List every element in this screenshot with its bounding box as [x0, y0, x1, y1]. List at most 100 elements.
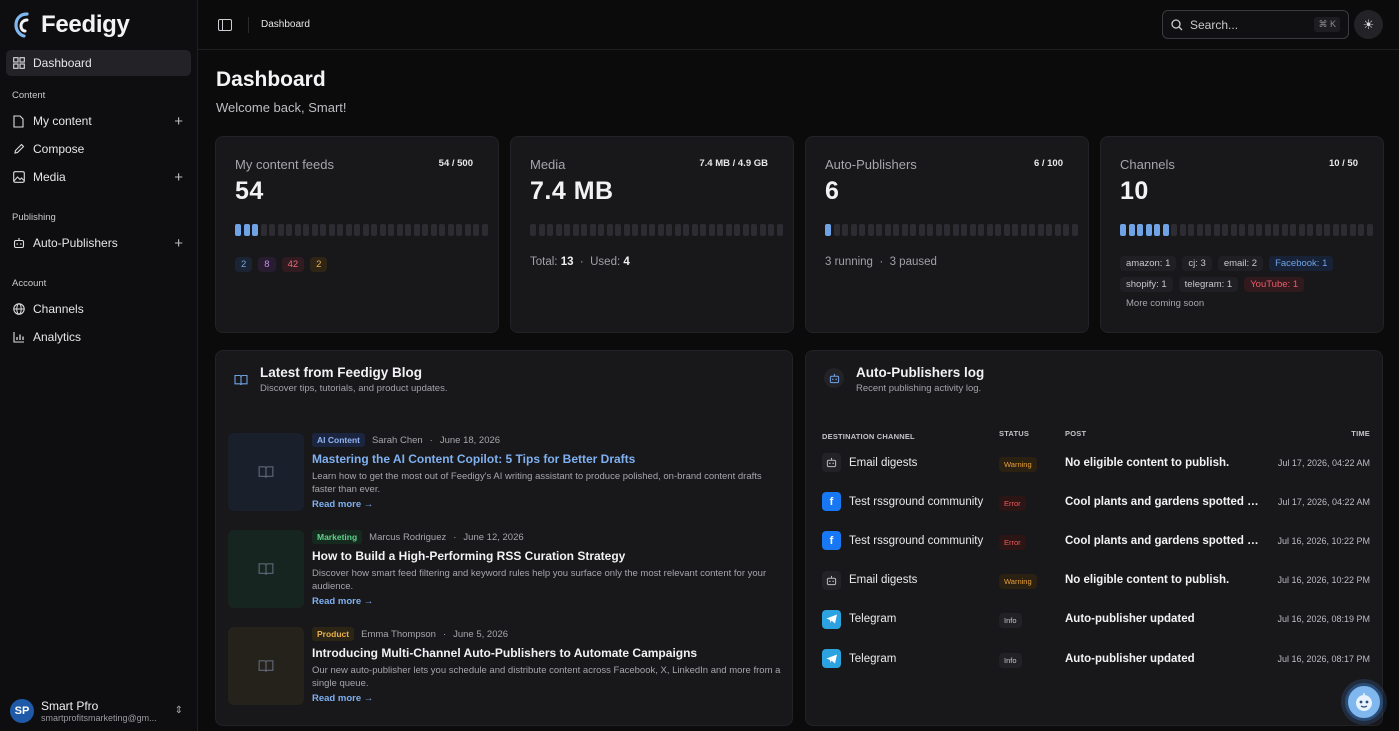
usage-segment: [910, 224, 916, 236]
feedigy-logo-icon: [14, 12, 29, 38]
usage-segment: [294, 224, 301, 236]
media-meta: Total: 13 · Used: 4: [530, 256, 630, 268]
chevron-up-down-icon[interactable]: ⇕: [175, 705, 183, 716]
post-description: Our new auto-publisher lets you schedule…: [312, 665, 781, 689]
stat-card-feeds[interactable]: My content feeds 54 / 500 54 2 8 42 2: [215, 136, 499, 333]
post-title[interactable]: Introducing Multi-Channel Auto-Publisher…: [312, 646, 782, 660]
status-badge: Info: [999, 613, 1022, 629]
usage-segment: [320, 224, 326, 236]
sun-icon: ☀: [1362, 16, 1375, 32]
usage-segment: [884, 224, 891, 236]
usage-segment: [901, 224, 908, 236]
stat-card-auto-publishers[interactable]: Auto-Publishers 6 / 100 6 3 running · 3 …: [805, 136, 1089, 333]
panel-title: Auto-Publishers log: [856, 365, 985, 380]
facebook-icon: f: [822, 531, 841, 551]
stat-card-channels[interactable]: Channels 10 / 50 10 amazon: 1 cj: 3 email:…: [1100, 136, 1384, 333]
section-label-publishing: Publishing: [12, 212, 56, 223]
post-thumbnail[interactable]: [228, 627, 304, 705]
usage-segment: [833, 224, 840, 236]
assistant-chat-button[interactable]: [1345, 683, 1383, 721]
sidebar-toggle-icon[interactable]: [218, 18, 232, 31]
read-more-link[interactable]: Read more →: [312, 693, 782, 704]
channel-name: Test rssground community: [849, 495, 984, 508]
brand[interactable]: Feedigy: [6, 0, 191, 50]
panel-title: Latest from Feedigy Blog: [260, 365, 423, 380]
sidebar-item-my-content[interactable]: My content +: [6, 108, 191, 134]
channel-count-tag: telegram: 1: [1178, 277, 1239, 292]
add-publisher-icon[interactable]: +: [174, 235, 183, 252]
usage-segment: [944, 224, 950, 236]
breadcrumb[interactable]: Dashboard: [261, 19, 310, 30]
post-description: Discover how smart feed filtering and ke…: [312, 568, 767, 592]
channel-name: Telegram: [849, 613, 897, 626]
search-icon: [1171, 18, 1183, 30]
stat-card-media[interactable]: Media 7.4 MB / 4.9 GB 7.4 MB Total: 13 ·…: [510, 136, 794, 333]
table-row[interactable]: Email digests Warning No eligible conten…: [822, 443, 1370, 482]
usage-segment: [328, 224, 335, 236]
post-author: Marcus Rodriguez: [369, 531, 447, 543]
table-row[interactable]: Telegram Info Auto-publisher updated Jul…: [822, 639, 1370, 678]
table-row[interactable]: Email digests Warning No eligible conten…: [822, 561, 1370, 600]
user-name: Smart Pfro: [41, 699, 99, 713]
usage-segment: [986, 224, 993, 236]
usage-segment: [1358, 224, 1364, 236]
usage-segment: [859, 224, 865, 236]
usage-segment: [555, 224, 562, 236]
read-more-link[interactable]: Read more →: [312, 499, 782, 510]
blog-post[interactable]: Marketing Marcus Rodriguez · June 12, 20…: [228, 530, 788, 610]
robot-icon: [822, 453, 841, 473]
page-title: Dashboard: [216, 68, 326, 91]
usage-segment: [371, 224, 377, 236]
table-row[interactable]: f Test rssground community Error Cool pla…: [822, 521, 1370, 560]
sidebar: Feedigy Dashboard Content My content + C…: [0, 0, 198, 731]
search-placeholder: Search...: [1190, 17, 1239, 32]
theme-toggle-button[interactable]: ☀: [1354, 10, 1383, 39]
log-rows: Email digests Warning No eligible conten…: [822, 443, 1370, 678]
post-title[interactable]: How to Build a High-Performing RSS Curat…: [312, 549, 782, 563]
usage-segment: [1222, 224, 1228, 236]
user-menu[interactable]: SP Smart Pfro smartprofitsmarketing@gm..…: [10, 699, 187, 723]
usage-segment: [1154, 224, 1160, 236]
post-cell: Cool plants and gardens spotted in a ...: [1065, 495, 1260, 508]
table-row[interactable]: Telegram Info Auto-publisher updated Jul…: [822, 600, 1370, 639]
page-subtitle: Welcome back, Smart!: [216, 100, 347, 115]
usage-segment: [1171, 224, 1177, 236]
search-input[interactable]: Search... ⌘ K: [1162, 10, 1349, 39]
blog-post[interactable]: AI Content Sarah Chen · June 18, 2026 Ma…: [228, 433, 788, 513]
book-icon: [234, 374, 248, 386]
post-thumbnail[interactable]: [228, 530, 304, 608]
column-header: DESTINATION CHANNEL: [822, 431, 915, 441]
sidebar-item-media[interactable]: Media +: [6, 164, 191, 190]
usage-segment: [589, 224, 596, 236]
usage-segment: [1012, 224, 1018, 236]
section-label-content: Content: [12, 90, 46, 101]
usage-segment: [918, 224, 925, 236]
sidebar-item-dashboard[interactable]: Dashboard: [6, 50, 191, 76]
usage-segment: [530, 224, 536, 236]
sidebar-item-auto-publishers[interactable]: Auto-Publishers +: [6, 230, 191, 256]
section-label-account: Account: [12, 278, 47, 289]
usage-segment: [1213, 224, 1220, 236]
usage-segment: [850, 224, 857, 236]
stat-ratio: 54 / 500: [438, 158, 473, 169]
usage-segment: [481, 224, 488, 236]
book-icon: [258, 660, 274, 672]
sidebar-item-analytics[interactable]: Analytics: [6, 324, 191, 350]
post-body: Product Emma Thompson · June 5, 2026 Int…: [312, 627, 782, 704]
usage-segment: [623, 224, 630, 236]
sidebar-item-compose[interactable]: Compose: [6, 136, 191, 162]
read-more-link[interactable]: Read more →: [312, 596, 782, 607]
blog-post[interactable]: Product Emma Thompson · June 5, 2026 Int…: [228, 627, 788, 707]
usage-segment: [657, 224, 664, 236]
add-media-icon[interactable]: +: [174, 169, 183, 186]
table-row[interactable]: f Test rssground community Error Cool pla…: [822, 482, 1370, 521]
post-title[interactable]: Mastering the AI Content Copilot: 5 Tips…: [312, 452, 782, 466]
sidebar-item-channels[interactable]: Channels: [6, 296, 191, 322]
post-thumbnail[interactable]: [228, 433, 304, 511]
destination-cell: Telegram: [822, 609, 999, 629]
dot-separator: ·: [453, 531, 457, 543]
usage-segment: [1349, 224, 1356, 236]
sidebar-item-label: Dashboard: [33, 56, 92, 70]
divider: [248, 16, 249, 33]
add-content-icon[interactable]: +: [174, 113, 183, 130]
